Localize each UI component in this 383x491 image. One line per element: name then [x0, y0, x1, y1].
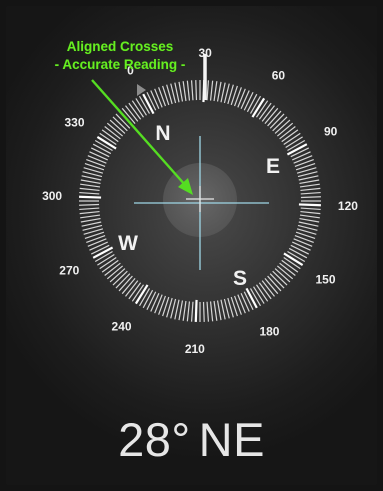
degree-tick	[298, 175, 319, 181]
degree-tick	[150, 293, 160, 312]
degree-tick	[79, 207, 100, 211]
degree-tick	[300, 210, 321, 215]
degree-tick	[300, 196, 321, 199]
degree-tick	[186, 301, 191, 322]
degree-tick	[178, 81, 184, 102]
degree-label-120: 120	[338, 199, 358, 213]
degree-tick	[298, 203, 321, 207]
degree-tick	[292, 241, 311, 251]
degree-tick	[213, 300, 218, 321]
degree-tick	[299, 214, 320, 219]
degree-tick	[142, 289, 154, 309]
degree-tick	[220, 82, 226, 103]
degree-tick	[299, 179, 320, 185]
degree-tick	[292, 151, 311, 161]
degree-tick	[237, 294, 246, 314]
degree-tick	[206, 301, 210, 322]
degree-tick	[79, 203, 100, 206]
degree-tick	[87, 155, 107, 164]
degree-tick	[216, 300, 222, 321]
degree-tick	[146, 291, 157, 311]
degree-tick	[92, 143, 112, 155]
annotation-callout: Aligned Crosses - Accurate Reading -	[0, 38, 240, 74]
degree-tick	[298, 221, 319, 227]
cardinal-west: W	[118, 232, 138, 255]
degree-tick	[190, 80, 194, 101]
degree-tick	[79, 187, 100, 192]
degree-tick	[80, 217, 101, 223]
degree-tick	[150, 90, 160, 109]
degree-tick	[87, 238, 107, 247]
annotation-title: Aligned Crosses	[66, 39, 174, 54]
degree-tick	[213, 81, 218, 102]
degree-tick	[220, 299, 226, 320]
degree-label-330: 330	[64, 116, 84, 130]
degree-tick	[174, 299, 180, 320]
heading-direction: NE	[198, 413, 265, 466]
degree-tick	[299, 183, 320, 188]
degree-tick	[290, 244, 310, 255]
degree-tick	[79, 191, 100, 195]
degree-tick	[79, 195, 102, 199]
degree-tick	[195, 80, 198, 101]
annotation-subtitle: - Accurate Reading -	[54, 57, 186, 72]
degree-tick	[90, 147, 110, 158]
degree-tick	[81, 221, 102, 227]
degree-tick	[182, 300, 187, 321]
degree-label-240: 240	[112, 320, 132, 334]
degree-tick	[190, 301, 194, 322]
degree-tick	[293, 238, 313, 247]
degree-label-210: 210	[185, 342, 205, 356]
degree-tick	[237, 88, 246, 108]
degree-tick	[89, 151, 108, 161]
degree-tick	[178, 300, 184, 321]
degree-tick	[243, 91, 254, 111]
cardinal-east: E	[266, 155, 280, 178]
degree-tick	[209, 301, 214, 322]
heading-degrees: 28°	[118, 413, 191, 466]
degree-tick	[300, 191, 321, 195]
degree-tick	[293, 155, 313, 164]
degree-tick	[174, 82, 180, 103]
degree-tick	[202, 301, 205, 322]
degree-tick	[89, 241, 108, 251]
degree-tick	[246, 93, 258, 113]
degree-tick	[216, 81, 222, 102]
degree-tick	[209, 80, 214, 101]
degree-label-90: 90	[324, 125, 338, 139]
degree-tick	[81, 175, 102, 181]
degree-tick	[240, 293, 250, 312]
degree-label-60: 60	[272, 68, 286, 82]
cardinal-south: S	[233, 267, 247, 290]
degree-tick	[299, 217, 320, 223]
degree-label-270: 270	[59, 263, 79, 277]
degree-tick	[194, 299, 198, 322]
degree-tick	[154, 294, 163, 314]
degree-tick	[154, 88, 163, 108]
degree-tick	[206, 80, 210, 101]
degree-label-180: 180	[259, 325, 279, 339]
degree-tick	[80, 179, 101, 185]
degree-tick	[182, 81, 187, 102]
degree-tick	[79, 210, 100, 215]
north-pointer-icon	[137, 84, 146, 96]
degree-tick	[300, 187, 321, 192]
degree-tick	[80, 214, 101, 219]
degree-tick	[186, 80, 191, 101]
degree-tick	[300, 207, 321, 211]
degree-label-300: 300	[42, 189, 62, 203]
degree-tick	[240, 90, 250, 109]
heading-readout: 28° NE	[0, 412, 383, 467]
degree-tick	[288, 247, 308, 259]
cardinal-north: N	[155, 122, 170, 145]
degree-label-150: 150	[315, 272, 335, 286]
degree-tick	[80, 183, 101, 188]
